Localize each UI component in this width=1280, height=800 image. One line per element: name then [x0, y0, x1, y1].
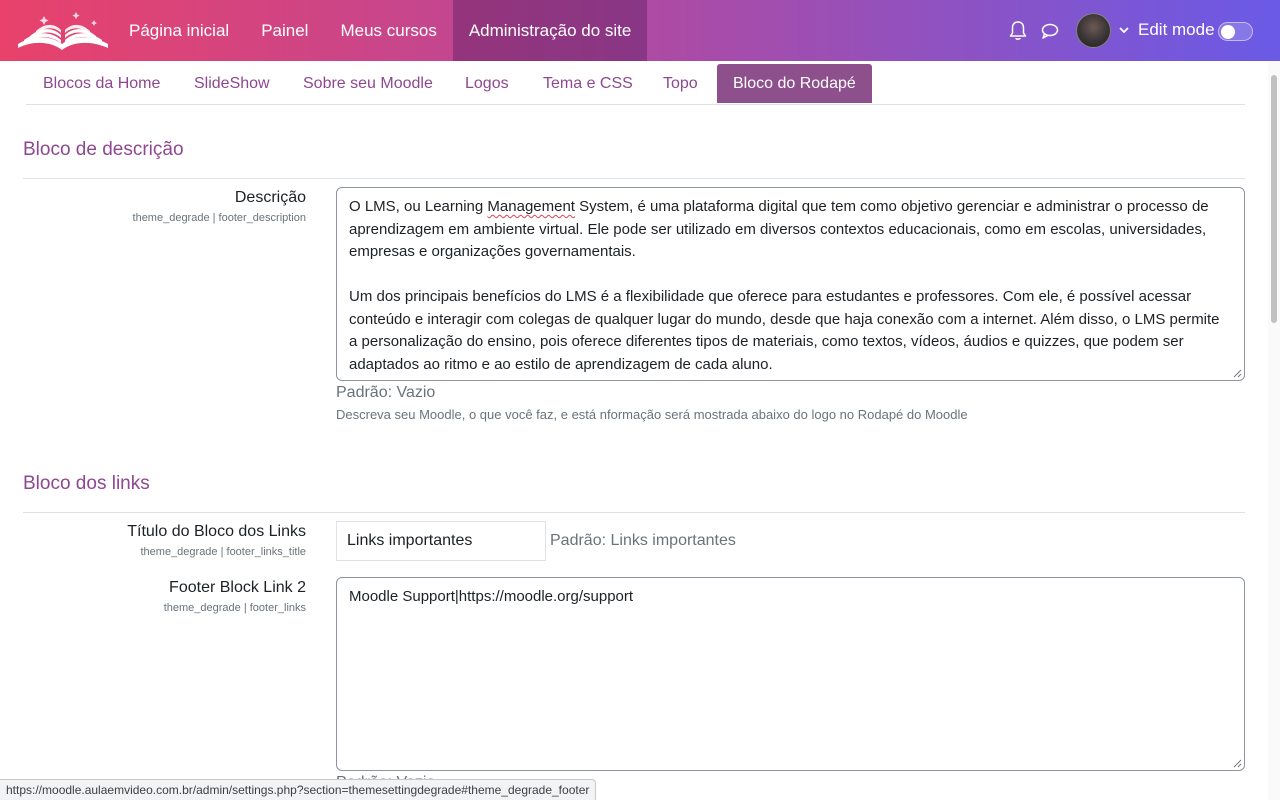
- tab-bloco-do-rodape[interactable]: Bloco do Rodapé: [717, 64, 872, 103]
- divider: [23, 178, 1245, 179]
- chat-bubble-icon[interactable]: [1040, 20, 1060, 42]
- tab-blocos-da-home[interactable]: Blocos da Home: [27, 64, 176, 103]
- nav-link-dashboard[interactable]: Painel: [245, 0, 324, 61]
- tab-sobre-seu-moodle[interactable]: Sobre seu Moodle: [287, 64, 449, 103]
- tab-logos[interactable]: Logos: [449, 64, 525, 103]
- nav-link-site-administration[interactable]: Administração do site: [452, 0, 648, 61]
- links-title-default: Padrão: Links importantes: [550, 532, 736, 549]
- top-navbar: Página inicial Painel Meus cursos Admini…: [0, 0, 1280, 61]
- description-paragraph-1: O LMS, ou Learning Management System, é …: [349, 198, 1209, 260]
- description-default: Padrão: Vazio: [336, 384, 436, 401]
- divider: [23, 512, 1245, 513]
- description-paragraph-2: Um dos principais benefícios do LMS é a …: [349, 288, 1220, 373]
- nav-link-home[interactable]: Página inicial: [113, 0, 245, 61]
- tab-slideshow[interactable]: SlideShow: [178, 64, 286, 103]
- description-setting-key: theme_degrade | footer_description: [132, 212, 306, 224]
- footer-link-2-setting-key: theme_degrade | footer_links: [163, 602, 306, 614]
- edit-mode-label: Edit mode: [1138, 20, 1215, 39]
- footer-link-2-value: Moodle Support|https://moodle.org/suppor…: [349, 588, 634, 605]
- user-avatar[interactable]: [1076, 13, 1111, 48]
- nav-link-my-courses[interactable]: Meus cursos: [324, 0, 452, 61]
- description-textarea[interactable]: O LMS, ou Learning Management System, é …: [336, 187, 1245, 381]
- resize-grip-icon[interactable]: [1233, 369, 1242, 378]
- primary-navigation: Página inicial Painel Meus cursos Admini…: [113, 0, 648, 61]
- page-scrollbar[interactable]: [1268, 61, 1280, 800]
- links-title-setting-key: theme_degrade | footer_links_title: [140, 546, 306, 558]
- bell-icon[interactable]: [1008, 20, 1028, 42]
- chevron-down-icon[interactable]: [1118, 24, 1130, 36]
- open-book-logo-icon[interactable]: [14, 10, 112, 54]
- links-title-input[interactable]: Links importantes: [336, 521, 546, 561]
- links-title-label: Título do Bloco dos Links: [127, 523, 306, 540]
- edit-mode-toggle[interactable]: [1218, 22, 1253, 41]
- tab-tema-e-css[interactable]: Tema e CSS: [527, 64, 649, 103]
- tab-topo[interactable]: Topo: [647, 64, 714, 103]
- footer-link-2-textarea[interactable]: Moodle Support|https://moodle.org/suppor…: [336, 577, 1245, 771]
- section-title-links: Bloco dos links: [23, 473, 150, 494]
- toggle-knob: [1221, 25, 1235, 39]
- settings-tabs: Blocos da Home SlideShow Sobre seu Moodl…: [26, 64, 1245, 105]
- scrollbar-thumb[interactable]: [1271, 75, 1277, 323]
- link-status-bar: https://moodle.aulaemvideo.com.br/admin/…: [0, 779, 597, 800]
- section-title-description: Bloco de descrição: [23, 139, 184, 160]
- description-help-text: Descreva seu Moodle, o que você faz, e e…: [336, 407, 968, 422]
- resize-grip-icon[interactable]: [1233, 759, 1242, 768]
- description-label: Descrição: [234, 189, 306, 206]
- footer-link-2-label: Footer Block Link 2: [169, 579, 306, 596]
